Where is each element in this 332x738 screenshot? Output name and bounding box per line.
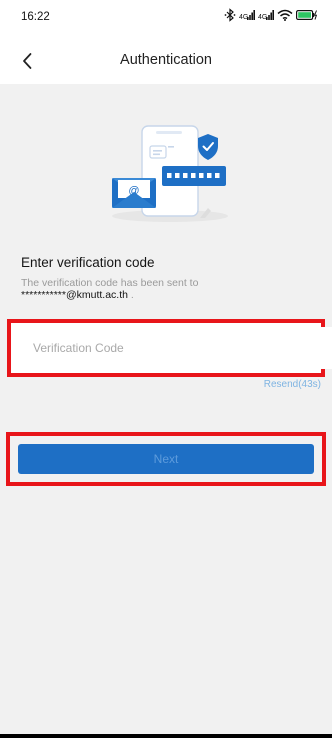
next-button-highlight: Next [6,432,326,486]
wifi-icon [277,9,293,21]
envelope-at-icon: @ [112,178,156,208]
status-time: 16:22 [21,11,50,23]
verification-code-input[interactable] [15,327,332,369]
battery-charging-icon [296,10,318,21]
cell-signal-icon: 4G [258,10,274,21]
sent-message: The verification code has been sent to [21,277,199,289]
next-button[interactable]: Next [18,444,314,474]
email-suffix: . [130,289,134,301]
navigation-bar [0,734,332,738]
verification-illustration: @ [112,125,228,222]
verification-title: Enter verification code [21,255,155,270]
header: Authentication [0,38,332,84]
sent-email: ***********@kmutt.ac.th . [21,289,134,301]
status-icons: 4G 4G [224,8,318,22]
page-title: Authentication [120,52,212,68]
verification-code-highlight [7,319,332,377]
password-field-icon [162,166,226,186]
resend-link[interactable]: Resend(43s) [264,379,321,390]
svg-text:4G: 4G [258,14,267,21]
bluetooth-icon [224,8,236,22]
cell-signal-icon: 4G [239,10,255,21]
status-bar: 16:22 4G 4G [0,0,332,38]
svg-text:4G: 4G [239,14,248,21]
masked-email: ***********@kmutt.ac.th [21,289,128,301]
shield-check-icon [198,134,218,160]
